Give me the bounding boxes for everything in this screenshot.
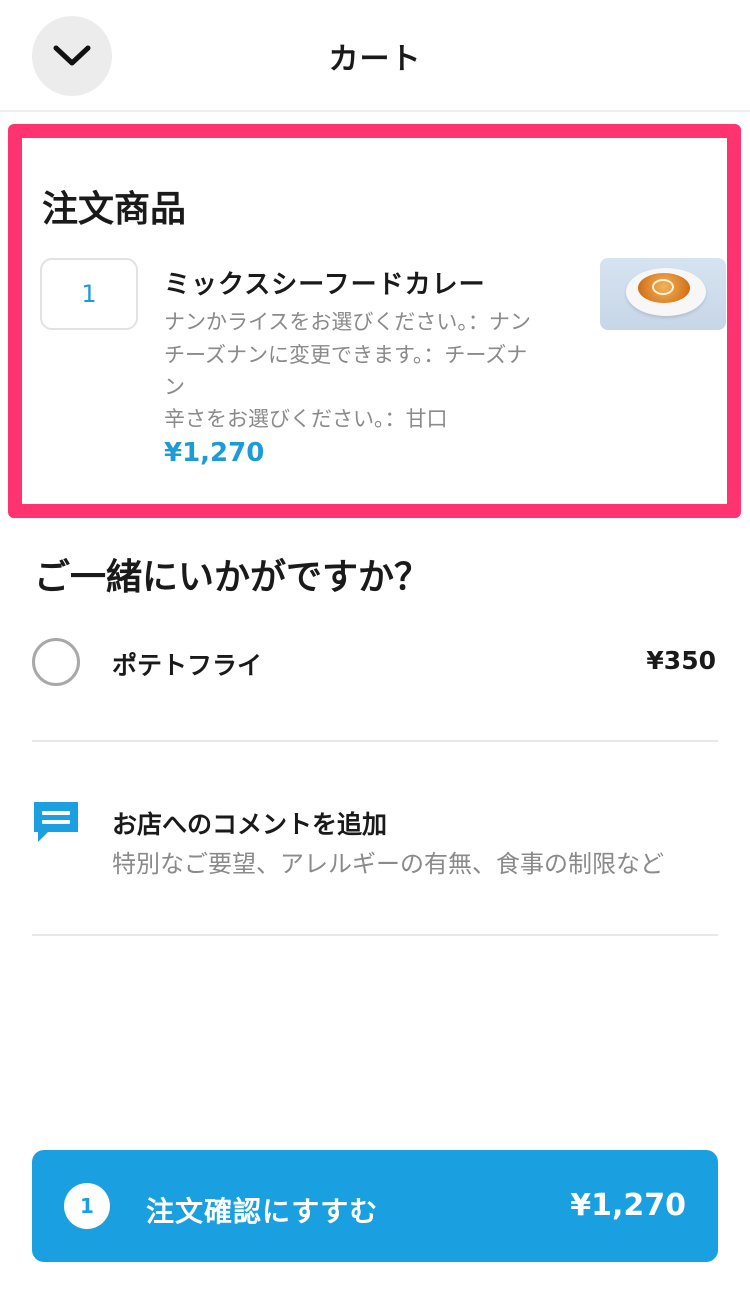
add-comment-title[interactable]: お店へのコメントを追加 [112, 805, 387, 841]
cream-swirl-shape [652, 279, 674, 295]
checkout-total: ¥1,270 [570, 1188, 686, 1223]
suggestions-title: ご一緒にいかがですか？ [34, 557, 431, 598]
ordered-items-title: 注文商品 [42, 189, 187, 230]
suggestion-price: ¥350 [646, 646, 716, 675]
suggestion-name[interactable]: ポテトフライ [112, 646, 262, 682]
checkout-label: 注文確認にすすむ [146, 1195, 379, 1228]
divider [32, 740, 718, 742]
page-title: カート [328, 42, 422, 77]
item-option: チーズナンに変更できます。：チーズナ [164, 343, 528, 367]
item-name[interactable]: ミックスシーフードカレー [164, 264, 486, 301]
proceed-to-checkout-button[interactable]: 1 注文確認にすすむ ¥1,270 [32, 1150, 718, 1262]
header: カート [0, 0, 750, 112]
item-price: ¥1,270 [164, 438, 265, 468]
item-count-badge: 1 [64, 1183, 110, 1229]
quantity-selector[interactable]: 1 [40, 258, 138, 330]
item-thumbnail[interactable] [600, 258, 726, 330]
ordered-items-section: 注文商品 1 ミックスシーフードカレー ナンかライスをお選びください。：ナン チ… [8, 124, 741, 518]
add-comment-hint: 特別なご要望、アレルギーの有無、食事の制限など [112, 850, 664, 878]
divider [32, 934, 718, 936]
comment-icon[interactable] [32, 800, 80, 844]
item-option: ナンかライスをお選びください。：ナン [164, 310, 531, 334]
suggestion-radio[interactable] [32, 638, 80, 686]
item-option: ン [164, 375, 185, 399]
item-option: 辛さをお選びください。：甘口 [164, 407, 448, 431]
